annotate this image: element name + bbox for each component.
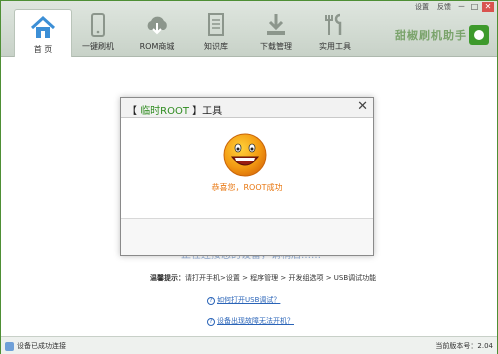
- cloud-download-icon: [147, 16, 167, 35]
- brand-logo: [469, 25, 489, 45]
- window-controls: 设置 反馈 － □ ✕: [412, 1, 497, 13]
- close-button[interactable]: ✕: [482, 2, 494, 12]
- smiley-icon: [223, 133, 267, 177]
- tab-utilities-label: 实用工具: [319, 42, 351, 51]
- tab-home[interactable]: 首 页: [14, 9, 72, 58]
- top-toolbar: 首 页 一键刷机 ROM商城 知识库 下载管理 实用工具 设置 反馈 － □ ✕…: [1, 1, 497, 58]
- tab-rom-store[interactable]: ROM商城: [128, 7, 186, 57]
- how-to-enable-usb-link[interactable]: ? 如何打开USB调试？: [207, 295, 280, 305]
- help-icon: ?: [207, 297, 215, 305]
- tab-download-manager-label: 下载管理: [260, 42, 292, 51]
- phone-icon: [91, 13, 105, 37]
- dialog-title: 【 临时ROOT 】工具: [127, 102, 222, 117]
- connection-status: 设备已成功连接: [5, 341, 66, 351]
- status-bar: 设备已成功连接 当前版本号：2.04: [1, 336, 497, 354]
- settings-link[interactable]: 设置: [412, 2, 432, 12]
- download-icon: [267, 14, 285, 35]
- dialog-title-suffix: 】工具: [189, 106, 223, 117]
- tab-knowledge-base[interactable]: 知识库: [187, 7, 245, 57]
- tab-home-label: 首 页: [33, 45, 53, 54]
- brand-name: 甜椒刷机助手: [395, 29, 467, 42]
- feedback-link[interactable]: 反馈: [434, 2, 454, 12]
- tab-utilities[interactable]: 实用工具: [306, 7, 364, 57]
- dialog-title-prefix: 【: [127, 106, 141, 117]
- tip-label: 温馨提示：: [150, 274, 185, 282]
- tools-icon: [325, 13, 342, 35]
- tab-rom-store-label: ROM商城: [139, 42, 175, 51]
- temp-root-dialog: 【 临时ROOT 】工具 ✕ 恭喜您，ROOT成功: [120, 97, 374, 256]
- dialog-titlebar: 【 临时ROOT 】工具 ✕: [121, 98, 373, 118]
- dialog-close-button[interactable]: ✕: [357, 100, 368, 114]
- help-icon: ?: [207, 318, 215, 326]
- document-icon: [208, 13, 224, 36]
- tab-one-click-flash-label: 一键刷机: [82, 42, 114, 51]
- dialog-title-highlight: 临时ROOT: [140, 106, 189, 117]
- dialog-footer: [121, 219, 373, 255]
- tab-knowledge-base-label: 知识库: [204, 42, 228, 51]
- home-icon: [30, 15, 56, 38]
- version-text: 当前版本号：2.04: [435, 342, 493, 350]
- connection-status-text: 设备已成功连接: [17, 342, 66, 350]
- device-cannot-boot-text: 设备出现故障无法开机？: [217, 317, 294, 325]
- app-window: 首 页 一键刷机 ROM商城 知识库 下载管理 实用工具 设置 反馈 － □ ✕…: [0, 0, 498, 354]
- device-icon: [5, 341, 14, 351]
- root-success-message: 恭喜您，ROOT成功: [211, 183, 283, 192]
- tab-download-manager[interactable]: 下载管理: [247, 7, 305, 57]
- device-cannot-boot-link[interactable]: ? 设备出现故障无法开机？: [207, 316, 294, 326]
- tip-text: 请打开手机>设置 > 程序管理 > 开发组选项 > USB调试功能: [185, 274, 377, 282]
- how-to-enable-usb-text: 如何打开USB调试？: [217, 296, 281, 304]
- minimize-button[interactable]: －: [456, 2, 467, 12]
- usb-tip: 温馨提示：请打开手机>设置 > 程序管理 > 开发组选项 > USB调试功能: [150, 273, 376, 283]
- tab-one-click-flash[interactable]: 一键刷机: [69, 7, 127, 57]
- maximize-button[interactable]: □: [469, 2, 480, 12]
